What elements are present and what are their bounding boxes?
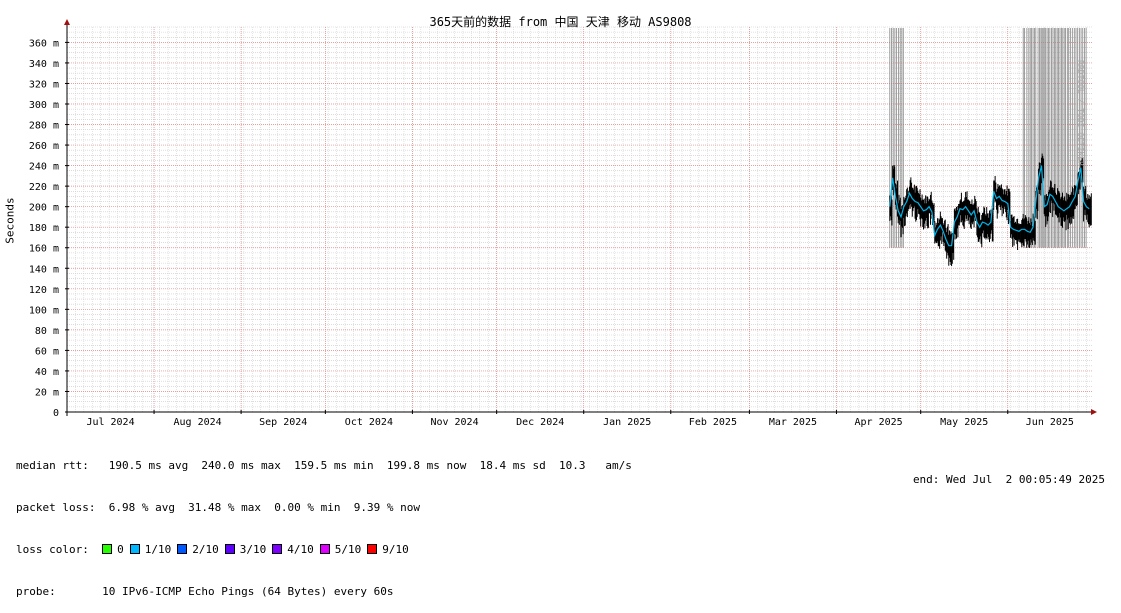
y-axis-label: Seconds (3, 197, 17, 244)
x-tick-label: Mar 2025 (769, 417, 817, 428)
y-tick-label: 80 m (35, 326, 59, 337)
y-tick-label: 260 m (29, 141, 59, 152)
loss-color-item-label: 4/10 (287, 543, 314, 556)
y-tick-label: 220 m (29, 182, 59, 193)
y-tick-labels: 0 20 m 40 m 60 m 80 m 100 m 120 m 140 m 160 m 180… (29, 38, 59, 419)
y-tick-label: 20 m (35, 387, 59, 398)
loss-color-item: 1/10 (129, 543, 172, 556)
packet-loss-stats: packet loss: 6.98 % avg 31.48 % max 0.00… (16, 501, 420, 514)
loss-color-item-label: 9/10 (382, 543, 409, 556)
x-axis-arrow (1091, 409, 1097, 415)
y-tick-label: 320 m (29, 79, 59, 90)
loss-color-item-label: 0 (117, 543, 124, 556)
loss-color-swatch (319, 544, 330, 554)
x-tick-label: May 2025 (940, 417, 988, 428)
x-tick-label: Aug 2024 (173, 417, 221, 428)
x-tick-label: Feb 2025 (689, 417, 737, 428)
y-tick-label: 100 m (29, 305, 59, 316)
loss-color-item-label: 3/10 (239, 543, 267, 556)
loss-color-item: 2/10 (177, 543, 219, 556)
y-tick-label: 240 m (29, 162, 59, 173)
y-tick-label: 360 m (29, 38, 59, 49)
y-tick-label: 180 m (29, 223, 59, 234)
y-tick-label: 40 m (35, 367, 59, 378)
y-tick-label: 140 m (29, 264, 59, 275)
loss-color-item: 5/10 (319, 543, 362, 556)
loss-color-swatch (272, 544, 283, 554)
end-timestamp: end: Wed Jul 2 00:05:49 2025 (912, 473, 1105, 486)
x-tick-label: Dec 2024 (516, 417, 564, 428)
chart-title: 365天前的数据 from 中国 天津 移动 AS9808 (429, 15, 692, 29)
loss-color-item-label: 1/10 (144, 543, 172, 556)
loss-color-label: loss color: (16, 543, 89, 556)
loss-color-item: 3/10 (224, 543, 267, 556)
y-tick-label: 160 m (29, 244, 59, 255)
y-tick-label: 0 (53, 408, 59, 419)
loss-color-item: 9/10 (367, 543, 409, 556)
loss-color-swatch (224, 544, 235, 554)
minor-grid (66, 26, 1092, 412)
loss-color-item: 0 (102, 543, 124, 556)
x-tick-label: Jan 2025 (603, 417, 651, 428)
probe-info: probe: 10 IPv6-ICMP Echo Pings (64 Bytes… (16, 585, 394, 598)
x-tick-label: Sep 2024 (259, 417, 307, 428)
axes (64, 19, 1097, 416)
y-tick-label: 120 m (29, 285, 59, 296)
loss-color-item-label: 5/10 (334, 543, 362, 556)
chart: 0 20 m 40 m 60 m 80 m 100 m 120 m 140 m 160 m 180… (29, 19, 1097, 428)
y-tick-label: 60 m (35, 346, 59, 357)
loss-color-swatch (102, 544, 113, 554)
major-grid (67, 27, 1092, 413)
loss-color-item-label: 2/10 (192, 543, 219, 556)
median-rtt-stats: median rtt: 190.5 ms avg 240.0 ms max 15… (16, 459, 632, 472)
x-tick-label: Jul 2024 (86, 417, 134, 428)
loss-color-swatch (177, 544, 188, 554)
loss-color-item: 4/10 (272, 543, 314, 556)
y-tick-label: 280 m (29, 121, 59, 132)
loss-color-swatch (129, 544, 140, 554)
watermark: RRDTOOL / TOBI OETIKER (1076, 60, 1085, 166)
x-tick-label: Oct 2024 (345, 417, 393, 428)
x-tick-labels: Jul 2024 Aug 2024 Sep 2024 Oct 2024 Nov 2024… (86, 417, 1074, 428)
y-tick-label: 200 m (29, 203, 59, 214)
legend: median rtt: 190.5 ms avg 240.0 ms max 15… (16, 431, 632, 613)
x-tick-label: Jun 2025 (1026, 417, 1074, 428)
y-tick-label: 340 m (29, 59, 59, 70)
y-tick-label: 300 m (29, 100, 59, 111)
x-tick-label: Apr 2025 (854, 417, 902, 428)
loss-color-swatch (367, 544, 378, 554)
loss-color-legend: loss color: 0 1/10 2/10 3/10 4/10 5/10 9/10 (16, 543, 632, 557)
x-tick-label: Nov 2024 (430, 417, 478, 428)
